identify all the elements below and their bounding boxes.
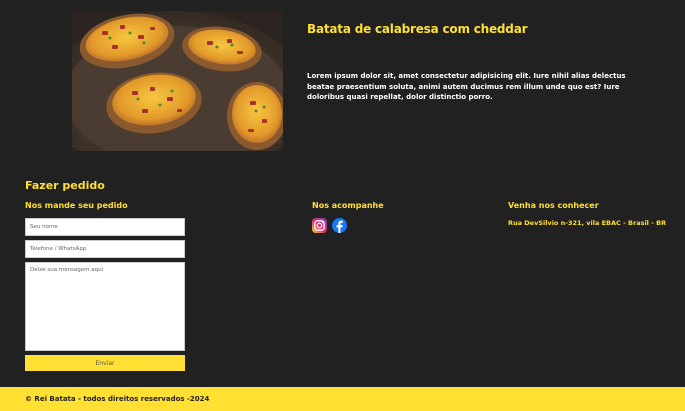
product-title: Batata de calabresa com cheddar [307, 22, 528, 36]
visit-title: Venha nos conhecer [508, 201, 599, 210]
product-image [72, 11, 283, 151]
order-subtitle: Nos mande seu pedido [25, 201, 128, 210]
instagram-icon [312, 218, 327, 233]
facebook-icon [332, 218, 347, 233]
order-section-title: Fazer pedido [25, 179, 105, 192]
address-text: Rua DevSilvio n-321, vila EBAC - Brasil … [508, 219, 667, 227]
footer: © Rei Batata - todos direitos reservados… [0, 387, 685, 411]
loaded-potato-photo-icon [72, 11, 283, 151]
message-textarea[interactable] [25, 262, 185, 351]
facebook-link[interactable] [332, 218, 347, 233]
copyright-text: © Rei Batata - todos direitos reservados… [25, 395, 210, 403]
product-description: Lorem ipsum dolor sit, amet consectetur … [307, 72, 626, 101]
instagram-link[interactable] [312, 218, 327, 233]
social-links [312, 218, 347, 233]
social-title: Nos acompanhe [312, 201, 384, 210]
send-button[interactable]: Enviar [25, 355, 185, 371]
name-input[interactable] [25, 218, 185, 236]
phone-input[interactable] [25, 240, 185, 258]
